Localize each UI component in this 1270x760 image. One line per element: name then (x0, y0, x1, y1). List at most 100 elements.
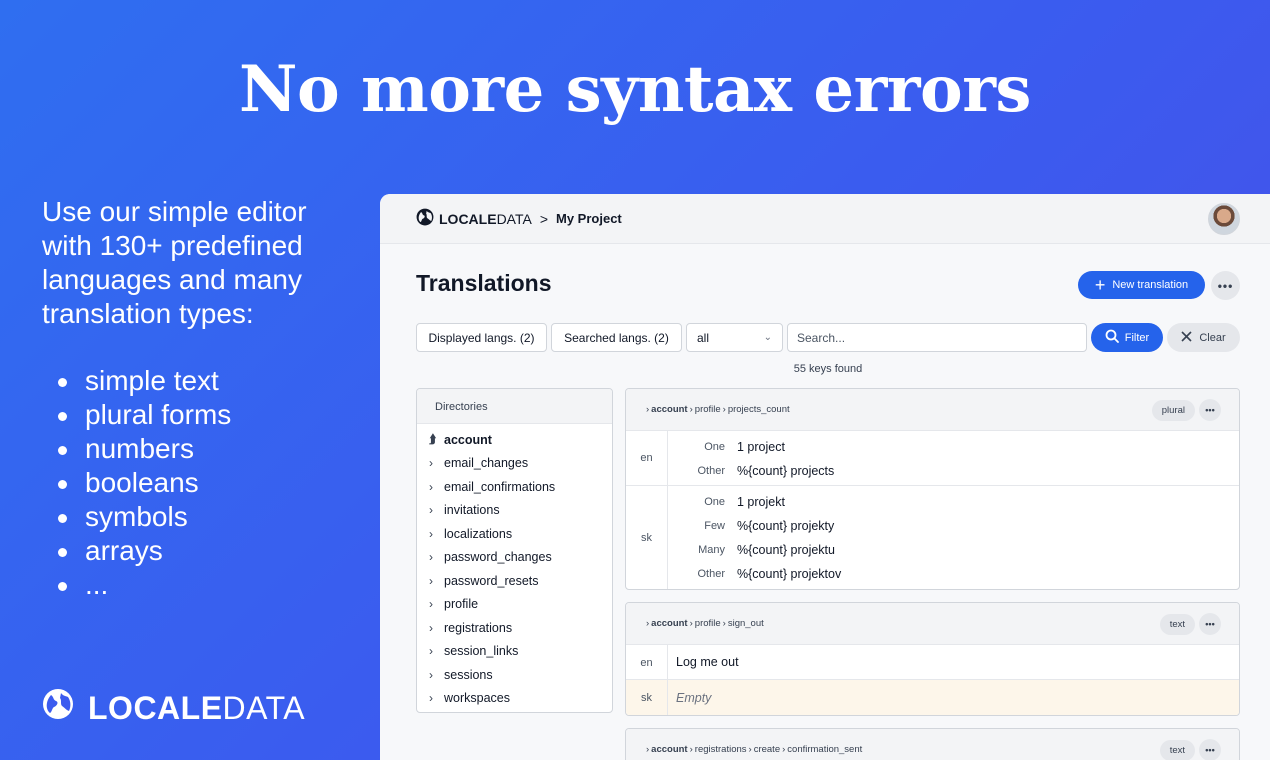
intro-text: Use our simple editor with 130+ predefin… (42, 196, 307, 329)
lang-code: sk (626, 680, 668, 715)
app-logo-light: DATA (496, 210, 532, 227)
avatar[interactable] (1208, 203, 1240, 235)
brand-light: DATA (222, 689, 306, 726)
directories-panel: Directories ⮭ account › email_changes › em… (416, 388, 613, 713)
directory-label: session_links (444, 644, 519, 659)
displayed-langs-button[interactable]: Displayed langs. (2) (416, 323, 547, 352)
directory-item[interactable]: › registrations (417, 616, 612, 640)
new-translation-button[interactable]: + New translation (1078, 271, 1205, 299)
card-more-button[interactable]: ••• (1199, 613, 1221, 635)
directory-item[interactable]: › session_links (417, 640, 612, 664)
form-row[interactable]: Other %{count} projects (668, 459, 1239, 483)
directory-label: password_resets (444, 573, 539, 588)
directory-item[interactable]: › password_changes (417, 546, 612, 570)
chevron-right-icon: › (429, 456, 433, 471)
key-path-segment[interactable]: registrations (695, 744, 747, 755)
search-input[interactable]: Search... (787, 323, 1087, 352)
scope-select-value: all (697, 330, 710, 345)
form-row[interactable]: One 1 project (668, 435, 1239, 459)
key-path-segment[interactable]: profile (695, 404, 721, 415)
directory-label: sessions (444, 667, 493, 682)
key-path-segment[interactable]: account (651, 618, 687, 629)
translation-value[interactable]: Log me out (668, 645, 739, 679)
form-value[interactable]: %{count} projekty (737, 519, 834, 533)
chevron-right-icon: › (429, 526, 433, 541)
form-value[interactable]: 1 projekt (737, 495, 785, 509)
directory-item[interactable]: › email_confirmations (417, 475, 612, 499)
key-path-segment[interactable]: account (651, 744, 687, 755)
page-title: Translations (416, 270, 552, 296)
directory-item[interactable]: › sessions (417, 663, 612, 687)
directory-item[interactable]: › password_resets (417, 569, 612, 593)
breadcrumb-project[interactable]: My Project (556, 211, 622, 226)
directory-label: email_confirmations (444, 479, 556, 494)
translation-card: › account › profile › sign_out text ••• en … (625, 602, 1240, 716)
form-row[interactable]: Other %{count} projektov (668, 562, 1239, 586)
form-label: One (704, 441, 725, 453)
translation-value-empty[interactable]: Empty (668, 680, 711, 715)
filter-label: Filter (1124, 331, 1150, 344)
clear-label: Clear (1199, 331, 1226, 344)
key-path: › account › profile › sign_out text ••• (626, 603, 1239, 645)
list-item: plural forms (58, 398, 231, 432)
translation-types-list: simple text plural forms numbers boolean… (58, 364, 231, 602)
search-icon (1105, 329, 1119, 346)
more-options-button[interactable]: ••• (1211, 271, 1240, 300)
translation-row[interactable]: sk Empty (626, 680, 1239, 715)
globe-icon (42, 688, 74, 728)
type-badge: text (1159, 614, 1195, 635)
chevron-right-icon: › (429, 550, 433, 565)
chevron-right-icon: › (689, 404, 693, 415)
directories-title: Directories (417, 389, 612, 424)
form-row[interactable]: Many %{count} projektu (668, 538, 1239, 562)
directory-label: profile (444, 597, 479, 612)
form-value[interactable]: %{count} projektov (737, 567, 841, 581)
scope-select[interactable]: all ⌄ (686, 323, 783, 352)
app-logo[interactable]: LOCALEDATA (416, 208, 532, 229)
directory-item[interactable]: › profile (417, 593, 612, 617)
translation-card: › account › profile › projects_count plural… (625, 388, 1240, 590)
translation-card: › account › registrations › create › confirm… (625, 728, 1240, 760)
chevron-right-icon: › (429, 691, 433, 706)
arrow-up-icon: ⮭ (429, 432, 437, 447)
directory-item[interactable]: › invitations (417, 499, 612, 523)
searched-langs-button[interactable]: Searched langs. (2) (551, 323, 682, 352)
form-value[interactable]: 1 project (737, 440, 785, 454)
card-more-button[interactable]: ••• (1199, 739, 1221, 760)
form-label: One (704, 496, 725, 508)
directory-item[interactable]: › localizations (417, 522, 612, 546)
app-window: LOCALEDATA > My Project Translations + N… (380, 194, 1270, 760)
list-item: numbers (58, 432, 231, 466)
key-path-segment: confirmation_sent (787, 744, 863, 755)
form-row[interactable]: Few %{count} projekty (668, 514, 1239, 538)
list-item: symbols (58, 500, 231, 534)
keys-found-count: 55 keys found (793, 363, 863, 375)
directory-current-label: account (444, 432, 492, 447)
directory-item[interactable]: › workspaces (417, 687, 612, 711)
key-path: › account › registrations › create › confirm… (626, 729, 1239, 760)
form-value[interactable]: %{count} projects (737, 464, 834, 478)
directory-item[interactable]: › email_changes (417, 452, 612, 476)
filter-bar: Displayed langs. (2) Searched langs. (2)… (416, 323, 1240, 353)
translation-row[interactable]: en Log me out (626, 645, 1239, 680)
directory-label: registrations (444, 620, 513, 635)
directory-current[interactable]: ⮭ account (417, 428, 612, 452)
directory-label: password_changes (444, 550, 552, 565)
clear-button[interactable]: Clear (1167, 323, 1240, 352)
card-more-button[interactable]: ••• (1199, 399, 1221, 421)
chevron-right-icon: › (429, 479, 433, 494)
close-icon (1181, 330, 1192, 345)
key-path-segment[interactable]: profile (695, 618, 721, 629)
key-path-segment: projects_count (727, 404, 790, 415)
key-path-segment[interactable]: account (651, 404, 687, 415)
chevron-right-icon: › (782, 744, 786, 755)
form-row[interactable]: One 1 projekt (668, 490, 1239, 514)
lang-block: sk One 1 projekt Few %{count} projekty Man… (626, 486, 1239, 589)
new-translation-label: New translation (1112, 279, 1189, 291)
form-value[interactable]: %{count} projektu (737, 543, 835, 557)
key-path-segment[interactable]: create (754, 744, 780, 755)
key-path-segment: sign_out (727, 618, 764, 629)
form-label: Other (697, 568, 725, 580)
plus-icon: + (1094, 275, 1106, 295)
filter-button[interactable]: Filter (1091, 323, 1163, 352)
